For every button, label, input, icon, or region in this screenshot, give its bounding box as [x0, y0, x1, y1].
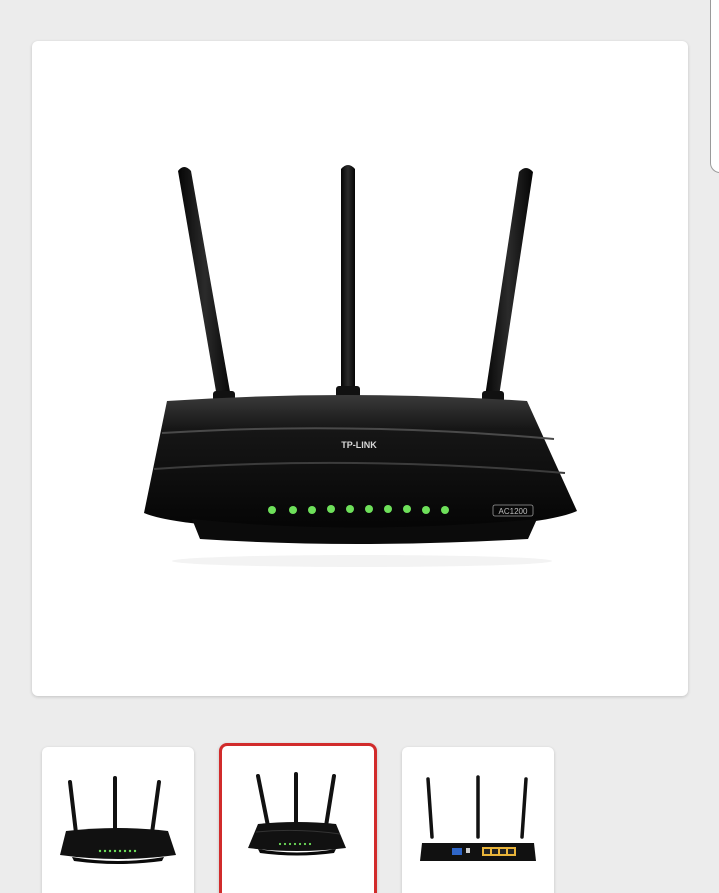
antenna-right: [484, 168, 533, 403]
product-gallery: TP-LINK AC1200: [0, 0, 719, 893]
brand-label: TP-LINK: [341, 440, 377, 450]
thumbnail-3[interactable]: [402, 747, 554, 893]
router-image: [420, 775, 536, 861]
thumbnail-2[interactable]: [219, 743, 377, 893]
scroll-indicator[interactable]: [710, 0, 719, 173]
router-image: [60, 776, 176, 864]
model-badge: AC1200: [499, 507, 528, 516]
antenna-center: [341, 165, 355, 399]
router-image: TP-LINK AC1200: [144, 165, 577, 567]
main-product-image[interactable]: TP-LINK AC1200: [32, 41, 688, 696]
thumbnail-1[interactable]: [42, 747, 194, 893]
router-image: [248, 772, 346, 856]
antenna-left: [178, 167, 232, 403]
